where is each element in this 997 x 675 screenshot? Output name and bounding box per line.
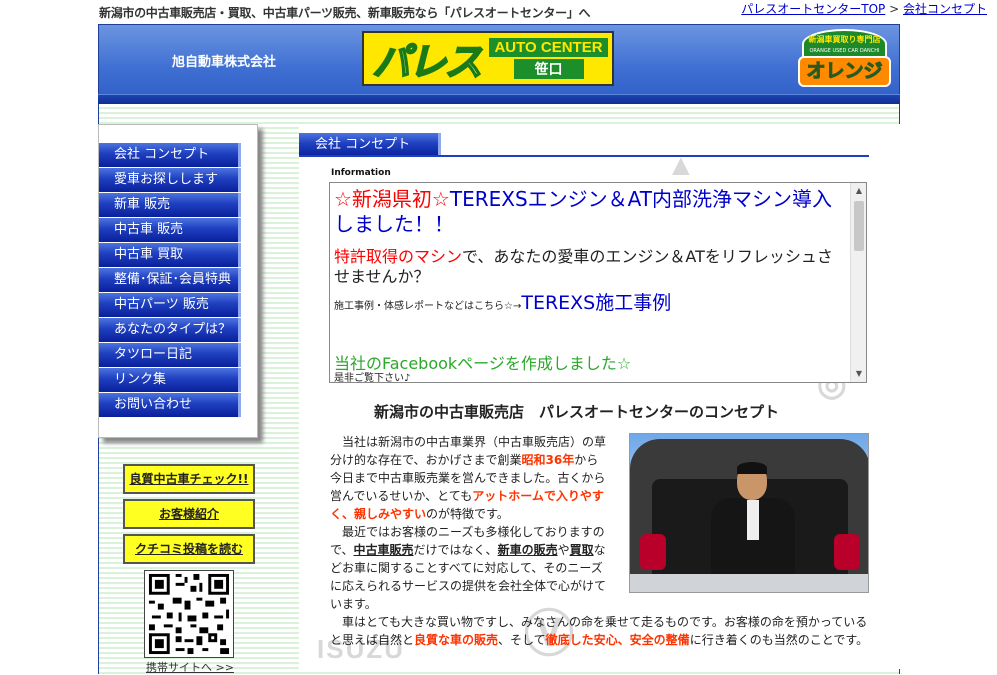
logo-auto-center: AUTO CENTER — [489, 38, 608, 57]
info-case-line: 施工事例・体感レポートなどはこちら☆→TEREXS施工事例 — [334, 291, 846, 319]
photo-bumper — [630, 574, 868, 592]
info-subline-red: 特許取得のマシン — [334, 247, 463, 266]
orange-logo[interactable]: 新潟車買取り専門店 ORANGE USED CAR DANCHI オレンジ — [796, 29, 893, 88]
logo-kana: パレス — [371, 39, 483, 85]
sidebar-item-links[interactable]: リンク集 — [99, 368, 241, 392]
mobile-site-link[interactable]: 携帯サイトへ >> — [146, 659, 234, 675]
breadcrumb: パレスオートセンターTOP > 会社コンセプト — [741, 0, 987, 17]
information-content: ☆新潟県初☆TEREXSエンジン＆AT内部洗浄マシン導入しました！！ 特許取得の… — [334, 187, 846, 383]
breadcrumb-separator: > — [885, 2, 903, 16]
sidebar-nav: 会社 コンセプト 愛車お探しします 新車 販売 中古車 販売 中古車 買取 整備… — [99, 143, 241, 418]
concept-paragraphs: 当社は新潟市の中古車業界（中古車販売店）の草分け的な存在で、おかげさまで創業昭和… — [330, 433, 608, 613]
information-label: Information — [331, 168, 391, 178]
concept-paragraph-3: 車はとても大きな買い物ですし、みなさんの命を乗せて走るものです。お客様の命を預か… — [330, 613, 870, 649]
breadcrumb-top-link[interactable]: パレスオートセンターTOP — [741, 2, 885, 16]
scroll-thumb[interactable] — [854, 201, 864, 251]
reviews-button[interactable]: クチコミ投稿を読む — [123, 534, 255, 564]
p1-text-c: のが特徴です。 — [426, 507, 509, 521]
logo-right: AUTO CENTER 笹口 — [489, 33, 612, 84]
orange-logo-top-text: 新潟車買取り専門店 — [808, 35, 881, 44]
p1-founding-year: 昭和36年 — [521, 453, 575, 467]
scroll-down-arrow-icon[interactable]: ▼ — [851, 366, 866, 382]
company-name: 旭自動車株式会社 — [172, 55, 277, 70]
site-tagline: 新潟市の中古車販売店・買取、中古車パーツ販売、新車販売なら「パレスオートセンター… — [99, 6, 591, 20]
info-headline-star: ☆新潟県初☆ — [334, 187, 450, 211]
reviews-label: クチコミ投稿を読む — [134, 542, 243, 556]
sidebar-item-service[interactable]: 整備･保証･会員特典 — [99, 268, 241, 292]
new-car-sales-link[interactable]: 新車の販売 — [498, 543, 558, 557]
header-bottom-bar — [98, 94, 900, 104]
customers-button[interactable]: お客様紹介 — [123, 499, 255, 529]
scroll-up-arrow-icon[interactable]: ▲ — [851, 183, 866, 199]
p3-text-b: 、そして — [498, 633, 546, 647]
concept-heading: 新潟市の中古車販売店 パレスオートセンターのコンセプト — [374, 403, 780, 421]
orange-logo-main-text: オレンジ — [798, 56, 891, 87]
concept-paragraph-1: 当社は新潟市の中古車業界（中古車販売店）の草分け的な存在で、おかげさまで創業昭和… — [330, 433, 608, 523]
orange-logo-small-text: ORANGE USED CAR DANCHI — [809, 48, 880, 54]
sidebar-item-car-search[interactable]: 愛車お探しします — [99, 168, 241, 192]
information-box[interactable]: ☆新潟県初☆TEREXSエンジン＆AT内部洗浄マシン導入しました！！ 特許取得の… — [329, 182, 867, 383]
qr-code[interactable] — [144, 570, 234, 658]
sidebar-item-used-car-buy[interactable]: 中古車 買取 — [99, 243, 241, 267]
qr-code-graphic — [148, 573, 230, 655]
info-case-text: 施工事例・体感レポートなどはこちら☆→ — [334, 301, 522, 312]
p3-text-c: に行き着くのも当然のことです。 — [689, 633, 869, 647]
logo-branch: 笹口 — [513, 59, 584, 79]
used-car-sales-link[interactable]: 中古車販売 — [354, 543, 414, 557]
facebook-notice[interactable]: 当社のFacebookページを作成しました☆ — [334, 355, 846, 373]
sidebar-item-new-car[interactable]: 新車 販売 — [99, 193, 241, 217]
section-divider — [299, 155, 869, 157]
photo-tail-light-right — [834, 534, 860, 570]
photo-person — [711, 462, 795, 584]
breadcrumb-current-link[interactable]: 会社コンセプト — [903, 2, 987, 16]
p2-text-ya: や — [557, 543, 570, 557]
p3-highlight-2: 徹底した安心、安全の整備 — [545, 633, 690, 647]
concept-paragraph-2: 最近ではお客様のニーズも多様化しておりますので、中古車販売だけではなく、新車の販… — [330, 523, 608, 613]
terexs-case-link[interactable]: TEREXS施工事例 — [521, 292, 671, 314]
quality-check-button[interactable]: 良質中古車チェック!! — [123, 464, 255, 494]
photo-shirt — [747, 500, 759, 540]
car-buy-link[interactable]: 買取 — [570, 543, 594, 557]
customers-label: お客様紹介 — [158, 507, 219, 521]
sidebar-item-diary[interactable]: タツロー日記 — [99, 343, 241, 367]
photo-tail-light-left — [640, 534, 666, 570]
sidebar-item-concept[interactable]: 会社 コンセプト — [99, 143, 241, 167]
sidebar-item-used-car-sales[interactable]: 中古車 販売 — [99, 218, 241, 242]
info-subline: 特許取得のマシンで、あなたの愛車のエンジン＆ATをリフレッシュさせませんか？ — [334, 247, 846, 287]
info-scrollbar[interactable]: ▲ ▼ — [850, 183, 866, 382]
section-title-tab: 会社 コンセプト — [299, 133, 441, 157]
info-headline: ☆新潟県初☆TEREXSエンジン＆AT内部洗浄マシン導入しました！！ — [334, 187, 846, 237]
sidebar-item-contact[interactable]: お問い合わせ — [99, 393, 241, 417]
sidebar-item-type[interactable]: あなたのタイプは？ — [99, 318, 241, 342]
sidebar-item-parts[interactable]: 中古パーツ 販売 — [99, 293, 241, 317]
p2-text-b: だけではなく、 — [413, 543, 498, 557]
p3-highlight-1: 良質な車の販売 — [414, 633, 499, 647]
staff-photo — [629, 433, 869, 593]
facebook-notice-sub: 是非ご覧下さい♪ — [334, 373, 411, 383]
palace-logo[interactable]: パレス AUTO CENTER 笹口 — [362, 31, 614, 86]
quality-check-label: 良質中古車チェック!! — [129, 472, 249, 486]
photo-hair — [737, 462, 767, 474]
